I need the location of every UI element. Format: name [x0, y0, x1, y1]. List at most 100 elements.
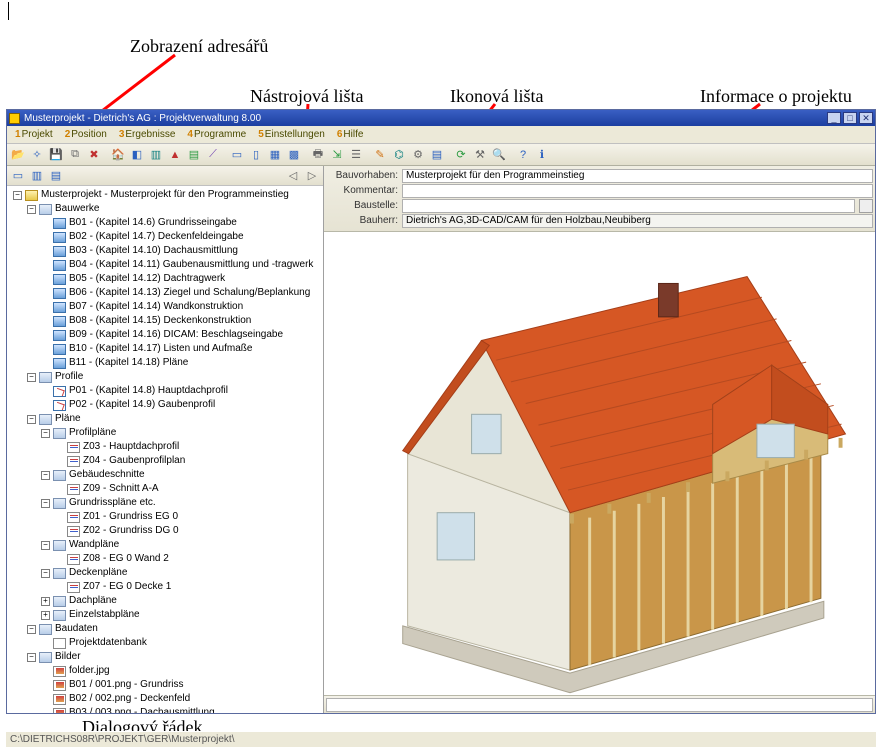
tree-bilder[interactable]: − Bilder — [25, 650, 323, 664]
tree-profile[interactable]: − Profile — [25, 370, 323, 384]
wall-icon[interactable]: ▥ — [147, 146, 165, 164]
tree-twisty-icon[interactable]: − — [13, 191, 22, 200]
tree-baudaten[interactable]: − Baudaten — [25, 622, 323, 636]
tree-twisty-icon[interactable]: − — [27, 373, 36, 382]
tree-item[interactable]: Z09 - Schnitt A-A — [53, 482, 323, 496]
menu-einstellungen[interactable]: 5Einstellungen — [252, 128, 331, 141]
next-icon[interactable]: ▷ — [303, 167, 321, 185]
copy-icon[interactable]: ⧉ — [66, 146, 84, 164]
tree-item[interactable]: Z08 - EG 0 Wand 2 — [53, 552, 323, 566]
tree-plangroup[interactable]: + Dachpläne — [39, 594, 323, 608]
tree-item[interactable]: B09 - (Kapitel 14.16) DICAM: Beschlagsei… — [39, 328, 323, 342]
tree-item[interactable]: B04 - (Kapitel 14.11) Gaubenausmittlung … — [39, 258, 323, 272]
plan-icon[interactable]: ▤ — [428, 146, 446, 164]
tree-item[interactable]: Projektdatenbank — [39, 636, 323, 650]
ceiling-icon[interactable]: ▤ — [185, 146, 203, 164]
tree-item[interactable]: Z02 - Grundriss DG 0 — [53, 524, 323, 538]
tree-item[interactable]: B05 - (Kapitel 14.12) Dachtragwerk — [39, 272, 323, 286]
tree-twisty-icon[interactable] — [41, 695, 50, 704]
tree-twisty-icon[interactable]: − — [41, 499, 50, 508]
tree-twisty-icon[interactable]: − — [41, 471, 50, 480]
tree-twisty-icon[interactable] — [41, 331, 50, 340]
baustelle-lookup-icon[interactable] — [859, 199, 873, 213]
close-button[interactable]: ✕ — [859, 112, 873, 124]
export-icon[interactable]: ⇲ — [328, 146, 346, 164]
dialog-input[interactable] — [326, 698, 873, 712]
tree-plangroup[interactable]: + Einzelstabpläne — [39, 608, 323, 622]
tree-twisty-icon[interactable]: − — [27, 625, 36, 634]
settings-icon[interactable]: ⚒ — [471, 146, 489, 164]
tree-plangroup[interactable]: − Profilpläne — [39, 426, 323, 440]
tree-plaene[interactable]: − Pläne — [25, 412, 323, 426]
tree-twisty-icon[interactable] — [41, 317, 50, 326]
tree-twisty-icon[interactable] — [41, 709, 50, 714]
tree-twisty-icon[interactable] — [55, 555, 64, 564]
zoom-icon[interactable]: 🔍 — [490, 146, 508, 164]
tree-item[interactable]: folder.jpg — [39, 664, 323, 678]
tree-plangroup[interactable]: − Wandpläne — [39, 538, 323, 552]
tree-twisty-icon[interactable]: − — [41, 541, 50, 550]
tree-plangroup[interactable]: − Grundrisspläne etc. — [39, 496, 323, 510]
dirview-toggle-icon[interactable]: ▤ — [47, 167, 65, 185]
3d-viewer[interactable] — [324, 232, 875, 695]
tree-item[interactable]: Z04 - Gaubenprofilplan — [53, 454, 323, 468]
tree-twisty-icon[interactable] — [41, 289, 50, 298]
tree-twisty-icon[interactable] — [41, 345, 50, 354]
tree-twisty-icon[interactable] — [41, 219, 50, 228]
view3-icon[interactable]: ▦ — [266, 146, 284, 164]
cad-icon[interactable]: ✎ — [371, 146, 389, 164]
tree-item[interactable]: B07 - (Kapitel 14.14) Wandkonstruktion — [39, 300, 323, 314]
ncp-icon[interactable]: ⚙ — [409, 146, 427, 164]
tree-twisty-icon[interactable] — [41, 387, 50, 396]
tree-twisty-icon[interactable] — [41, 275, 50, 284]
open-icon[interactable]: 📂 — [9, 146, 27, 164]
tree-item[interactable]: B10 - (Kapitel 14.17) Listen und Aufmaße — [39, 342, 323, 356]
list-icon[interactable]: ☰ — [347, 146, 365, 164]
tree-item[interactable]: P01 - (Kapitel 14.8) Hauptdachprofil — [39, 384, 323, 398]
refresh-icon[interactable]: ⟳ — [452, 146, 470, 164]
tree-twisty-icon[interactable]: − — [27, 415, 36, 424]
position-icon[interactable]: ◧ — [128, 146, 146, 164]
tree-twisty-icon[interactable] — [55, 513, 64, 522]
tree-twisty-icon[interactable] — [55, 457, 64, 466]
tree-twisty-icon[interactable] — [55, 443, 64, 452]
tree-item[interactable]: P02 - (Kapitel 14.9) Gaubenprofil — [39, 398, 323, 412]
delete-icon[interactable]: ✖ — [85, 146, 103, 164]
tree-twisty-icon[interactable] — [41, 303, 50, 312]
tree-item[interactable]: B01 - (Kapitel 14.6) Grundrisseingabe — [39, 216, 323, 230]
tree-twisty-icon[interactable]: + — [41, 597, 50, 606]
tree-twisty-icon[interactable] — [41, 667, 50, 676]
tree-item[interactable]: B06 - (Kapitel 14.13) Ziegel und Schalun… — [39, 286, 323, 300]
tree-item[interactable]: Z03 - Hauptdachprofil — [53, 440, 323, 454]
tree-twisty-icon[interactable] — [55, 583, 64, 592]
tree-item[interactable]: Z01 - Grundriss EG 0 — [53, 510, 323, 524]
maximize-button[interactable]: □ — [843, 112, 857, 124]
menu-programme[interactable]: 4Programme — [181, 128, 252, 141]
tree-plangroup[interactable]: − Deckenpläne — [39, 566, 323, 580]
field-bauherr[interactable]: Dietrich's AG,3D-CAD/CAM für den Holzbau… — [402, 214, 873, 228]
project-tree[interactable]: − Musterprojekt - Musterprojekt für den … — [7, 186, 323, 713]
tree-twisty-icon[interactable] — [55, 485, 64, 494]
tree-twisty-icon[interactable]: + — [41, 611, 50, 620]
tree-twisty-icon[interactable] — [41, 359, 50, 368]
menu-ergebnisse[interactable]: 3Ergebnisse — [113, 128, 182, 141]
tree-root[interactable]: − Musterprojekt - Musterprojekt für den … — [11, 188, 323, 202]
tree-twisty-icon[interactable]: − — [41, 429, 50, 438]
roof-icon[interactable]: ▲ — [166, 146, 184, 164]
print-icon[interactable]: 🖶 — [309, 146, 327, 164]
dirview-expand-icon[interactable]: ▥ — [28, 167, 46, 185]
tree-twisty-icon[interactable]: − — [41, 569, 50, 578]
tree-item[interactable]: B02 / 002.png - Deckenfeld — [39, 692, 323, 706]
tree-item[interactable]: B03 / 003.png - Dachausmittlung — [39, 706, 323, 713]
help-icon[interactable]: ? — [514, 146, 532, 164]
tree-twisty-icon[interactable]: − — [27, 205, 36, 214]
tree-twisty-icon[interactable] — [55, 527, 64, 536]
field-bauvorhaben[interactable]: Musterprojekt für den Programmeinstieg — [402, 169, 873, 183]
view2-icon[interactable]: ▯ — [247, 146, 265, 164]
save-icon[interactable]: 💾 — [47, 146, 65, 164]
tree-twisty-icon[interactable] — [41, 401, 50, 410]
new-icon[interactable]: ✧ — [28, 146, 46, 164]
tree-item[interactable]: B11 - (Kapitel 14.18) Pläne — [39, 356, 323, 370]
info-icon[interactable]: ℹ — [533, 146, 551, 164]
tree-item[interactable]: B02 - (Kapitel 14.7) Deckenfeldeingabe — [39, 230, 323, 244]
